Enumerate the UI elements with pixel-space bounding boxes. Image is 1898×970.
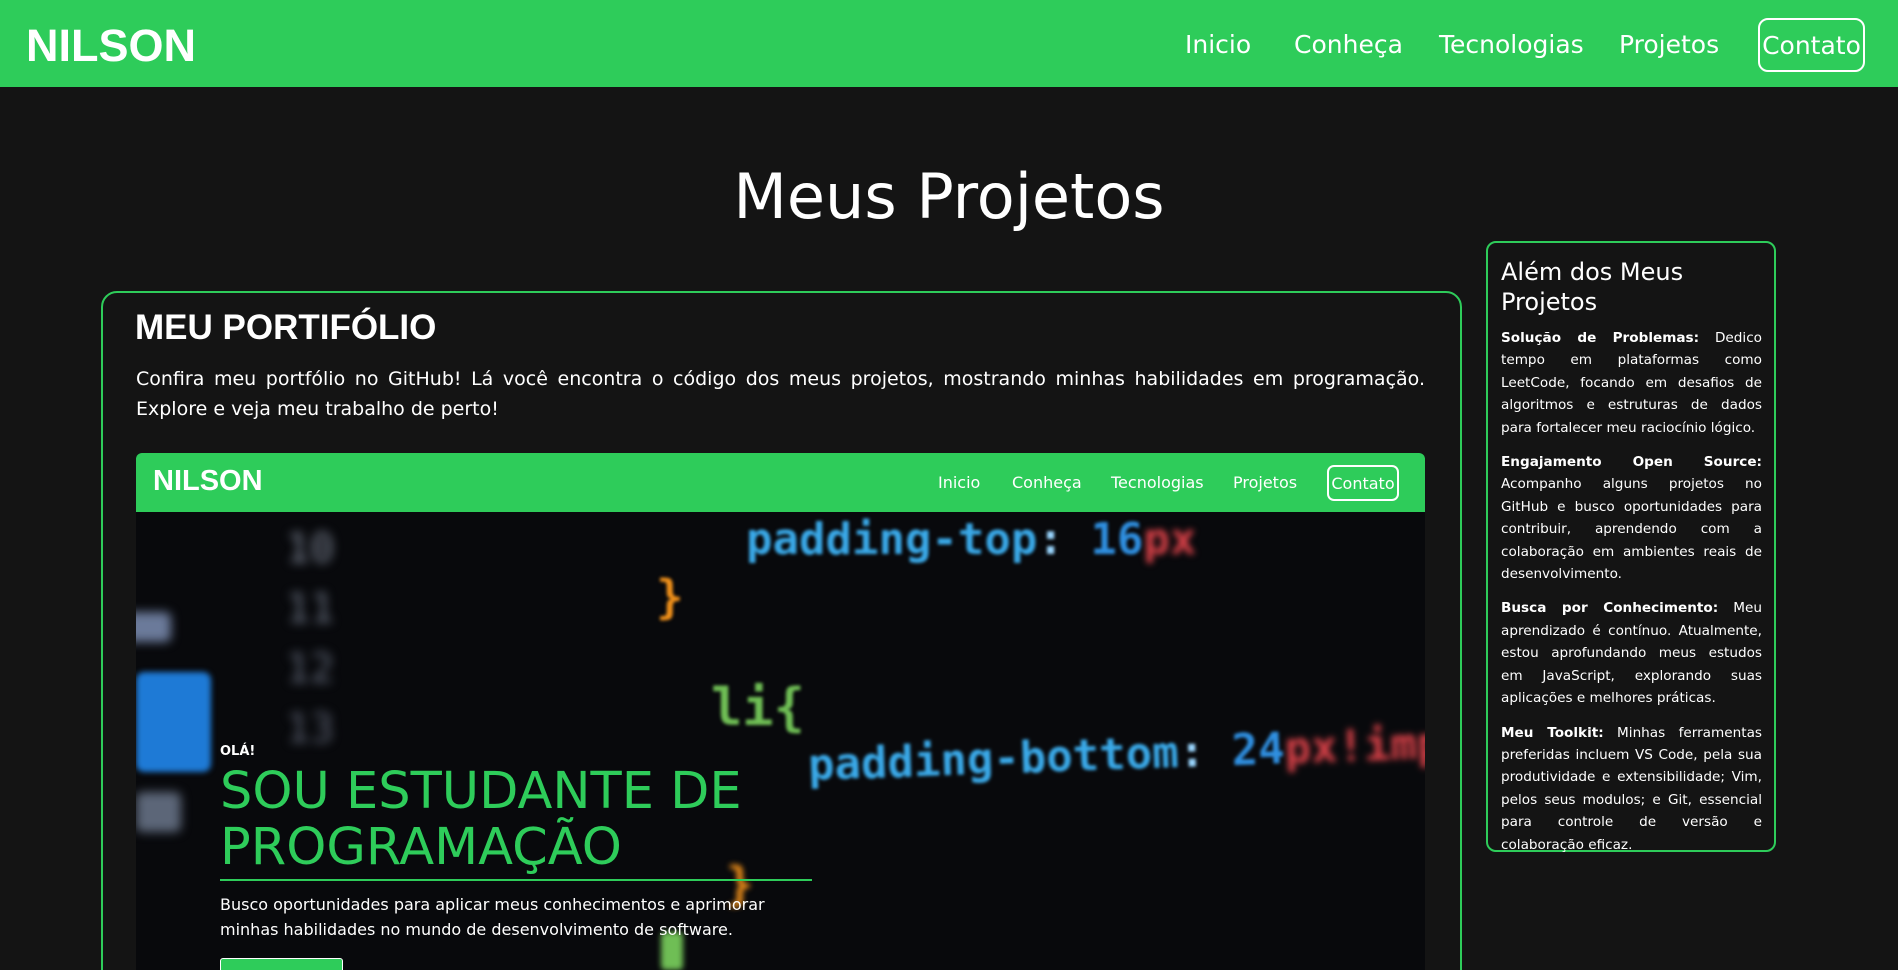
side-item-text: Acompanho alguns projetos no GitHub e bu… <box>1501 476 1762 583</box>
preview-nav-projetos: Projetos <box>1233 473 1298 492</box>
side-title: Além dos Meus Projetos <box>1501 258 1684 316</box>
code-selector: li{ <box>711 678 805 738</box>
editor-decoration <box>136 792 181 832</box>
side-item: Meu Toolkit: Minhas ferramentas preferid… <box>1501 722 1762 856</box>
hero-title: SOU ESTUDANTE DE PROGRAMAÇÃO <box>220 764 820 876</box>
code-line-2: padding-bottom: 24px!import <box>807 715 1425 791</box>
code-colon: : <box>1177 725 1233 779</box>
line-number: 10 <box>286 526 335 572</box>
side-item-label: Solução de Problemas: <box>1501 330 1700 346</box>
code-brace: } <box>656 570 684 624</box>
hero-title-line-1: SOU ESTUDANTE DE <box>220 762 742 821</box>
navbar: NILSON Inicio Conheça Tecnologias Projet… <box>0 0 1898 87</box>
code-value: 16 <box>1090 514 1144 565</box>
code-prop: padding-top <box>746 514 1038 565</box>
code-value: 24 <box>1230 723 1286 777</box>
side-item-label: Engajamento Open Source: <box>1501 454 1762 471</box>
hero-description: Busco oportunidades para aplicar meus co… <box>220 895 765 939</box>
nav-link-tecnologias[interactable]: Tecnologias <box>1439 30 1584 59</box>
preview-nav-inicio: Inicio <box>938 473 981 492</box>
github-button[interactable]: GitHub <box>220 958 343 970</box>
preview-navbar: NILSON Inicio Conheça Tecnologias Projet… <box>136 453 1425 512</box>
preview-hero: 10 11 12 13 padding-top: 16px } li{ padd… <box>136 512 1425 970</box>
editor-decoration <box>136 672 211 772</box>
preview-nav-tecnologias: Tecnologias <box>1111 473 1204 492</box>
line-number: 12 <box>286 646 335 692</box>
page-title: Meus Projetos <box>733 160 1165 233</box>
code-line-1: padding-top: 16px <box>746 514 1196 565</box>
nav-contact-button[interactable]: Contato <box>1758 18 1865 72</box>
side-card: Além dos Meus Projetos Solução de Proble… <box>1486 241 1776 853</box>
nav-link-projetos[interactable]: Projetos <box>1619 30 1719 59</box>
nav-link-conheca[interactable]: Conheça <box>1294 30 1403 59</box>
side-item-text: Minhas ferramentas preferidas incluem VS… <box>1501 724 1762 853</box>
side-item: Busca por Conhecimento: Meu aprendizado … <box>1501 597 1762 709</box>
nav-link-inicio[interactable]: Inicio <box>1185 30 1251 59</box>
brand-logo[interactable]: NILSON <box>26 20 196 72</box>
code-prop: padding-bottom <box>807 727 1180 791</box>
hero-title-line-2: PROGRAMAÇÃO <box>220 818 622 877</box>
side-item-label: Busca por Conhecimento: <box>1501 600 1719 617</box>
preview-contact-button: Contato <box>1327 465 1399 501</box>
hero-underline <box>220 879 812 881</box>
preview-brand: NILSON <box>153 465 263 497</box>
portfolio-description: Confira meu portfólio no GitHub! Lá você… <box>136 368 1425 420</box>
code-colon: : <box>1037 514 1091 565</box>
portfolio-title: MEU PORTIFÓLIO <box>135 308 437 347</box>
side-item-label: Meu Toolkit: <box>1501 724 1604 741</box>
hero-greeting: OLÁ! <box>220 744 256 759</box>
preview-nav-conheca: Conheça <box>1012 473 1082 492</box>
line-number: 13 <box>286 706 335 752</box>
code-unit: px!import <box>1283 715 1425 775</box>
side-item: Engajamento Open Source: Acompanho algun… <box>1501 451 1762 585</box>
portfolio-preview[interactable]: NILSON Inicio Conheça Tecnologias Projet… <box>136 453 1425 970</box>
line-number: 11 <box>286 586 335 632</box>
editor-decoration <box>136 612 171 642</box>
side-item: Solução de Problemas: Dedico tempo em pl… <box>1501 327 1762 439</box>
code-unit: px <box>1143 514 1197 565</box>
